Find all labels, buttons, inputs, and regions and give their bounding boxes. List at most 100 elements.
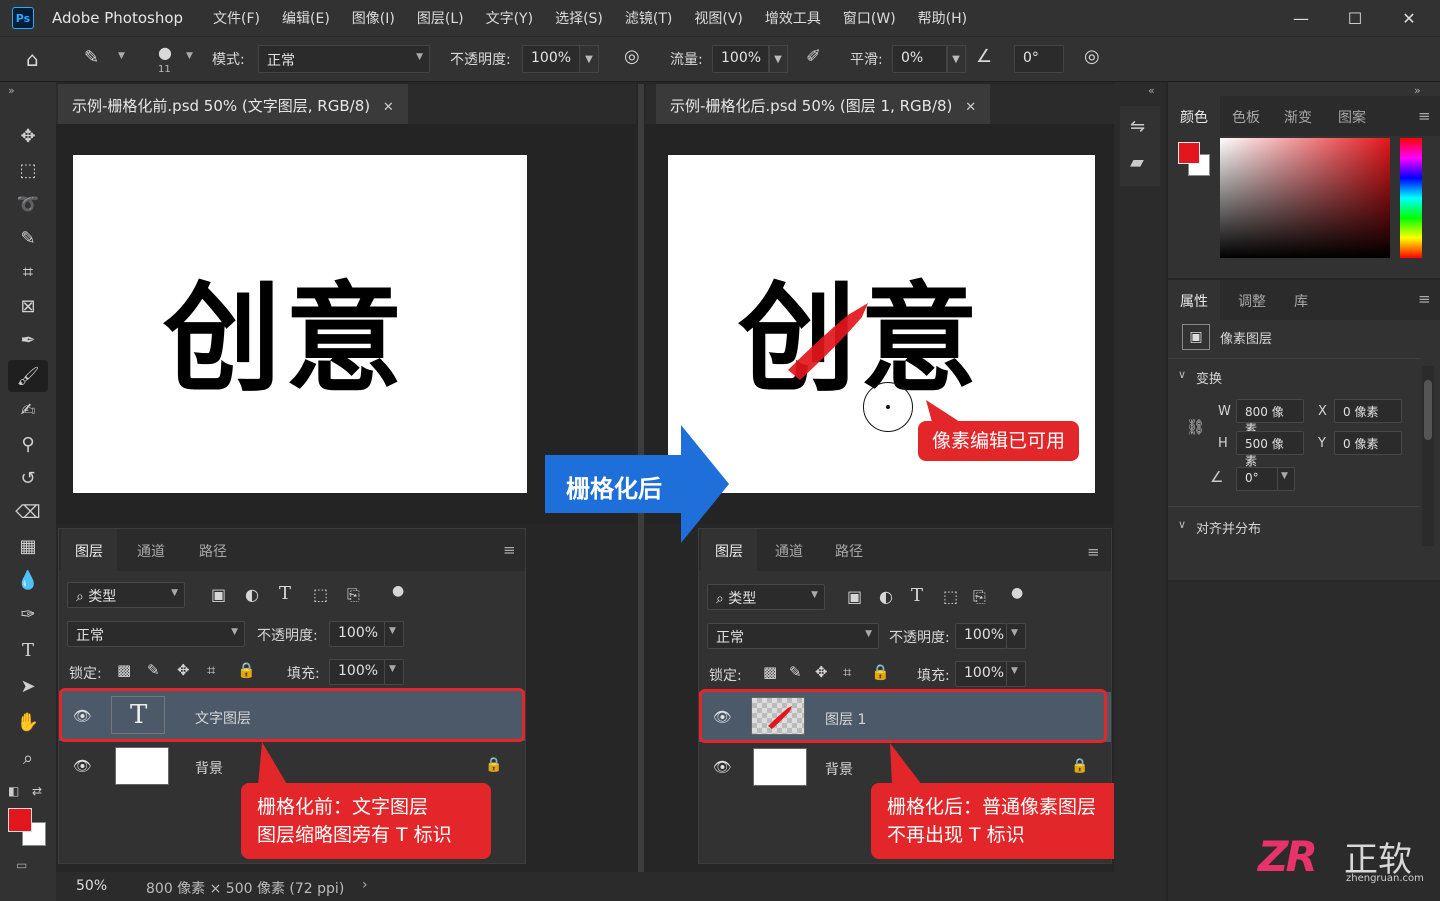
tab-properties[interactable]: 属性 (1168, 280, 1220, 320)
shape-filter-icon[interactable]: ⬚ (943, 587, 958, 606)
layer-fill-input[interactable]: 100% (955, 661, 1007, 687)
history-brush-tool-icon[interactable]: ↺ (8, 462, 48, 494)
type-filter-icon[interactable]: T (911, 585, 923, 606)
lock-pixels-icon[interactable]: ✎ (789, 663, 802, 681)
tab-layers[interactable]: 图层 (61, 529, 117, 571)
swap-colors-icon[interactable]: ⇄ (32, 784, 42, 798)
home-icon[interactable]: ⌂ (26, 47, 39, 71)
menu-type[interactable]: 文字(Y) (486, 8, 533, 28)
brush-angle-input[interactable]: 0° (1014, 45, 1064, 73)
lock-artboard-icon[interactable]: ⌗ (843, 663, 851, 681)
chevron-down-icon[interactable]: ∨ (1178, 368, 1186, 381)
lock-artboard-icon[interactable]: ⌗ (207, 661, 215, 679)
foreground-color-swatch[interactable] (1178, 142, 1200, 164)
rotation-input[interactable]: 0° (1236, 467, 1278, 491)
height-input[interactable]: 500 像素 (1236, 431, 1304, 468)
collapse-icon[interactable]: « (1148, 84, 1155, 97)
tab-swatches[interactable]: 色板 (1232, 107, 1260, 127)
hand-tool-icon[interactable]: ✋ (8, 706, 48, 738)
close-button[interactable]: ✕ (1382, 0, 1436, 36)
hue-slider[interactable] (1400, 138, 1422, 258)
menu-edit[interactable]: 编辑(E) (282, 8, 330, 28)
path-select-tool-icon[interactable]: ➤ (8, 670, 48, 702)
smooth-input[interactable]: 0% (892, 45, 948, 73)
lock-transparency-icon[interactable]: ▩ (117, 661, 131, 679)
layer-opacity-input[interactable]: 100% (329, 621, 385, 647)
tab-adjustments[interactable]: 调整 (1238, 291, 1266, 311)
chevron-down-icon[interactable]: ▼ (384, 659, 404, 685)
lock-position-icon[interactable]: ✥ (815, 663, 828, 681)
blend-mode-select[interactable]: 正常 ▼ (67, 621, 245, 647)
pressure-size-icon[interactable]: ◎ (1084, 46, 1100, 67)
menu-help[interactable]: 帮助(H) (918, 8, 967, 28)
maximize-button[interactable]: ☐ (1328, 0, 1382, 36)
mixer-brush-tool-icon[interactable]: ✍ (8, 394, 48, 426)
adjustment-filter-icon[interactable]: ◐ (245, 585, 259, 604)
type-filter-icon[interactable]: T (279, 583, 291, 604)
align-section-label[interactable]: 对齐并分布 (1196, 518, 1261, 537)
tab-paths[interactable]: 路径 (199, 541, 227, 561)
chevron-down-icon[interactable]: ▼ (1006, 623, 1026, 649)
move-tool-icon[interactable]: ✥ (8, 120, 48, 152)
blur-tool-icon[interactable]: 💧 (8, 564, 48, 596)
menu-select[interactable]: 选择(S) (555, 8, 603, 28)
panel-menu-icon[interactable]: ≡ (503, 541, 516, 559)
adjustment-filter-icon[interactable]: ◐ (879, 587, 893, 606)
tab-paths[interactable]: 路径 (835, 541, 863, 561)
tab-patterns[interactable]: 图案 (1338, 107, 1366, 127)
close-tab-icon[interactable]: ✕ (965, 100, 976, 115)
layer-opacity-input[interactable]: 100% (955, 623, 1007, 649)
transform-section-label[interactable]: 变换 (1196, 368, 1222, 387)
doc-info[interactable]: 800 像素 × 500 像素 (72 ppi) (146, 878, 344, 898)
tab-channels[interactable]: 通道 (137, 541, 165, 561)
scrollbar[interactable] (1422, 366, 1434, 546)
right-doc-tab[interactable]: 示例-栅格化后.psd 50% (图层 1, RGB/8) ✕ (656, 84, 991, 124)
tab-libraries[interactable]: 库 (1294, 291, 1308, 311)
visibility-eye-icon[interactable]: 👁 (73, 757, 92, 775)
chevron-right-icon[interactable]: › (362, 877, 368, 893)
menu-view[interactable]: 视图(V) (694, 8, 743, 28)
foreground-color-swatch[interactable] (8, 808, 32, 832)
smart-object-filter-icon[interactable]: ⎘ (973, 587, 986, 607)
gradient-tool-icon[interactable]: ▦ (8, 530, 48, 562)
layer-filter-select[interactable]: ⌕ 类型 ▼ (707, 584, 825, 610)
flow-input[interactable]: 100% (712, 45, 770, 73)
x-input[interactable]: 0 像素 (1334, 399, 1402, 423)
zoom-level[interactable]: 50% (76, 878, 107, 894)
marquee-tool-icon[interactable]: ⬚ (8, 154, 48, 186)
lock-all-icon[interactable]: 🔒 (871, 663, 890, 681)
panel-menu-icon[interactable]: ≡ (1087, 543, 1100, 561)
tab-gradients[interactable]: 渐变 (1284, 107, 1312, 127)
mode-select[interactable]: 正常 ▼ (258, 45, 430, 73)
blend-mode-select[interactable]: 正常 ▼ (707, 623, 879, 649)
brush-preset-icon[interactable]: ✎ (84, 47, 99, 68)
collapse-icon[interactable]: » (8, 84, 15, 97)
stamp-tool-icon[interactable]: ⚲ (8, 428, 48, 460)
menu-image[interactable]: 图像(I) (352, 8, 395, 28)
link-icon[interactable]: ⛓ (1186, 418, 1205, 436)
chevron-down-icon[interactable]: ▼ (768, 45, 788, 73)
default-colors-icon[interactable]: ◧ (8, 784, 19, 798)
chevron-down-icon[interactable]: ▼ (579, 45, 599, 73)
chevron-down-icon[interactable]: ▼ (186, 51, 193, 61)
lock-pixels-icon[interactable]: ✎ (147, 661, 160, 679)
close-tab-icon[interactable]: ✕ (383, 100, 394, 115)
chevron-down-icon[interactable]: ▼ (1006, 661, 1026, 687)
chevron-down-icon[interactable]: ▼ (384, 621, 404, 647)
width-input[interactable]: 800 像素 (1236, 399, 1304, 436)
layer-fill-input[interactable]: 100% (329, 659, 385, 685)
lasso-tool-icon[interactable]: ➰ (8, 188, 48, 220)
chevron-down-icon[interactable]: ▼ (1277, 467, 1295, 491)
panel-menu-icon[interactable]: ≡ (1418, 290, 1431, 308)
visibility-eye-icon[interactable]: 👁 (713, 758, 732, 776)
pen-tool-icon[interactable]: ✑ (8, 598, 48, 630)
filter-toggle-icon[interactable]: ● (392, 583, 404, 599)
crop-tool-icon[interactable]: ⌗ (8, 256, 48, 288)
eyedropper-tool-icon[interactable]: ✒ (8, 324, 48, 356)
frame-tool-icon[interactable]: ⊠ (8, 290, 48, 322)
menu-filter[interactable]: 滤镜(T) (625, 8, 672, 28)
lock-transparency-icon[interactable]: ▩ (763, 663, 777, 681)
lock-position-icon[interactable]: ✥ (177, 661, 190, 679)
pixel-filter-icon[interactable]: ▣ (847, 587, 862, 606)
chevron-down-icon[interactable]: ▼ (946, 45, 966, 73)
